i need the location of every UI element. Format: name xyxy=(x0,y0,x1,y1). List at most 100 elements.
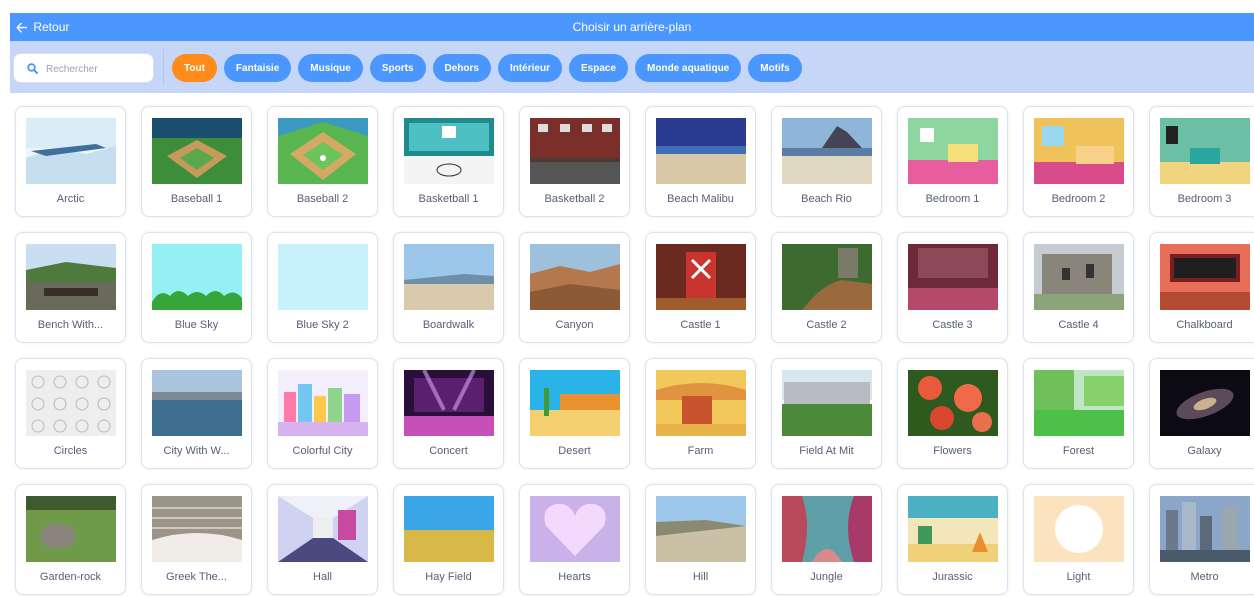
backdrop-card-blue-sky2[interactable]: Blue Sky 2 xyxy=(267,232,378,343)
backdrop-card-colorful-city[interactable]: Colorful City xyxy=(267,358,378,469)
metro-thumbnail xyxy=(1160,496,1250,562)
basketball2-thumbnail xyxy=(530,118,620,184)
backdrop-card-circles[interactable]: Circles xyxy=(15,358,126,469)
castle1-thumbnail xyxy=(656,244,746,310)
backdrop-card-bedroom1[interactable]: Bedroom 1 xyxy=(897,106,1008,217)
backdrop-name: Basketball 2 xyxy=(544,193,605,205)
backdrop-name: Beach Rio xyxy=(801,193,852,205)
colorful-city-thumbnail xyxy=(278,370,368,436)
backdrop-card-canyon[interactable]: Canyon xyxy=(519,232,630,343)
search-input[interactable] xyxy=(44,60,148,79)
jungle-thumbnail xyxy=(782,496,872,562)
backdrop-card-bench[interactable]: Bench With... xyxy=(15,232,126,343)
search-box[interactable] xyxy=(13,53,154,83)
backdrop-name: Garden-rock xyxy=(39,571,102,583)
backdrop-card-baseball2[interactable]: Baseball 2 xyxy=(267,106,378,217)
backdrop-card-light[interactable]: Light xyxy=(1023,484,1134,595)
hill-thumbnail xyxy=(656,496,746,562)
backdrop-name: Bedroom 2 xyxy=(1051,193,1106,205)
backdrop-name: Beach Malibu xyxy=(667,193,734,205)
hall-thumbnail xyxy=(278,496,368,562)
boardwalk-thumbnail xyxy=(404,244,494,310)
hearts-thumbnail xyxy=(530,496,620,562)
basketball1-thumbnail xyxy=(404,118,494,184)
backdrop-card-beach-malibu[interactable]: Beach Malibu xyxy=(645,106,756,217)
tag-dehors[interactable]: Dehors xyxy=(432,54,491,82)
chalkboard-thumbnail xyxy=(1160,244,1250,310)
backdrop-name: Bedroom 1 xyxy=(925,193,980,205)
blue-sky2-thumbnail xyxy=(278,244,368,310)
greek-theater-thumbnail xyxy=(152,496,242,562)
backdrop-card-flowers[interactable]: Flowers xyxy=(897,358,1008,469)
backdrop-name: Castle 1 xyxy=(680,319,721,331)
backdrop-name: Bedroom 3 xyxy=(1177,193,1232,205)
backdrop-card-hearts[interactable]: Hearts xyxy=(519,484,630,595)
backdrop-name: Blue Sky xyxy=(174,319,219,331)
backdrop-card-blue-sky[interactable]: Blue Sky xyxy=(141,232,252,343)
backdrop-card-bedroom2[interactable]: Bedroom 2 xyxy=(1023,106,1134,217)
backdrop-card-hay-field[interactable]: Hay Field xyxy=(393,484,504,595)
tag-tout[interactable]: Tout xyxy=(172,54,217,82)
concert-thumbnail xyxy=(404,370,494,436)
backdrop-name: Boardwalk xyxy=(422,319,475,331)
backdrop-card-basketball1[interactable]: Basketball 1 xyxy=(393,106,504,217)
backdrop-card-baseball1[interactable]: Baseball 1 xyxy=(141,106,252,217)
backdrop-card-field-mit[interactable]: Field At Mit xyxy=(771,358,882,469)
circles-thumbnail xyxy=(26,370,116,436)
backdrop-card-jurassic[interactable]: Jurassic xyxy=(897,484,1008,595)
backdrop-card-castle3[interactable]: Castle 3 xyxy=(897,232,1008,343)
hay-field-thumbnail xyxy=(404,496,494,562)
backdrop-card-castle4[interactable]: Castle 4 xyxy=(1023,232,1134,343)
beach-malibu-thumbnail xyxy=(656,118,746,184)
tag-espace[interactable]: Espace xyxy=(568,54,629,82)
backdrop-card-castle1[interactable]: Castle 1 xyxy=(645,232,756,343)
backdrop-card-arctic[interactable]: Arctic xyxy=(15,106,126,217)
bedroom3-thumbnail xyxy=(1160,118,1250,184)
backdrop-card-basketball2[interactable]: Basketball 2 xyxy=(519,106,630,217)
backdrop-name: Chalkboard xyxy=(1176,319,1233,331)
backdrop-card-jungle[interactable]: Jungle xyxy=(771,484,882,595)
farm-thumbnail xyxy=(656,370,746,436)
backdrop-card-hall[interactable]: Hall xyxy=(267,484,378,595)
backdrop-card-metro[interactable]: Metro xyxy=(1149,484,1254,595)
backdrop-name: Light xyxy=(1066,571,1091,583)
canyon-thumbnail xyxy=(530,244,620,310)
backdrop-name: Hay Field xyxy=(425,571,472,583)
baseball1-thumbnail xyxy=(152,118,242,184)
bedroom1-thumbnail xyxy=(908,118,998,184)
tag-sports[interactable]: Sports xyxy=(369,54,426,82)
desert-thumbnail xyxy=(530,370,620,436)
tag-monde-aquatique[interactable]: Monde aquatique xyxy=(635,54,742,82)
backdrop-card-galaxy[interactable]: Galaxy xyxy=(1149,358,1254,469)
tag-musique[interactable]: Musique xyxy=(298,54,363,82)
tag-motifs[interactable]: Motifs xyxy=(748,54,802,82)
backdrop-name: Farm xyxy=(687,445,714,457)
tag-intérieur[interactable]: Intérieur xyxy=(497,54,562,82)
backdrop-name: Galaxy xyxy=(1187,445,1222,457)
backdrop-card-boardwalk[interactable]: Boardwalk xyxy=(393,232,504,343)
backdrop-card-greek-theater[interactable]: Greek The... xyxy=(141,484,252,595)
backdrop-card-chalkboard[interactable]: Chalkboard xyxy=(1149,232,1254,343)
baseball2-thumbnail xyxy=(278,118,368,184)
backdrop-card-city-water[interactable]: City With W... xyxy=(141,358,252,469)
backdrop-name: Colorful City xyxy=(292,445,353,457)
backdrop-card-bedroom3[interactable]: Bedroom 3 xyxy=(1149,106,1254,217)
header-bar: 🡠 Retour Choisir un arrière-plan xyxy=(10,13,1254,41)
backdrop-card-farm[interactable]: Farm xyxy=(645,358,756,469)
backdrop-card-concert[interactable]: Concert xyxy=(393,358,504,469)
category-tags: Tout Fantaisie Musique Sports Dehors Intérieu… xyxy=(172,54,802,82)
tag-fantaisie[interactable]: Fantaisie xyxy=(223,54,292,82)
backdrop-name: Jurassic xyxy=(932,571,973,583)
backdrop-card-hill[interactable]: Hill xyxy=(645,484,756,595)
backdrop-name: Forest xyxy=(1062,445,1095,457)
backdrop-card-forest[interactable]: Forest xyxy=(1023,358,1134,469)
city-water-thumbnail xyxy=(152,370,242,436)
backdrop-card-garden-rock[interactable]: Garden-rock xyxy=(15,484,126,595)
backdrop-name: Greek The... xyxy=(166,571,227,583)
backdrop-card-beach-rio[interactable]: Beach Rio xyxy=(771,106,882,217)
backdrop-card-desert[interactable]: Desert xyxy=(519,358,630,469)
blue-sky-thumbnail xyxy=(152,244,242,310)
backdrop-card-castle2[interactable]: Castle 2 xyxy=(771,232,882,343)
page-title: Choisir un arrière-plan xyxy=(572,20,692,34)
galaxy-thumbnail xyxy=(1160,370,1250,436)
